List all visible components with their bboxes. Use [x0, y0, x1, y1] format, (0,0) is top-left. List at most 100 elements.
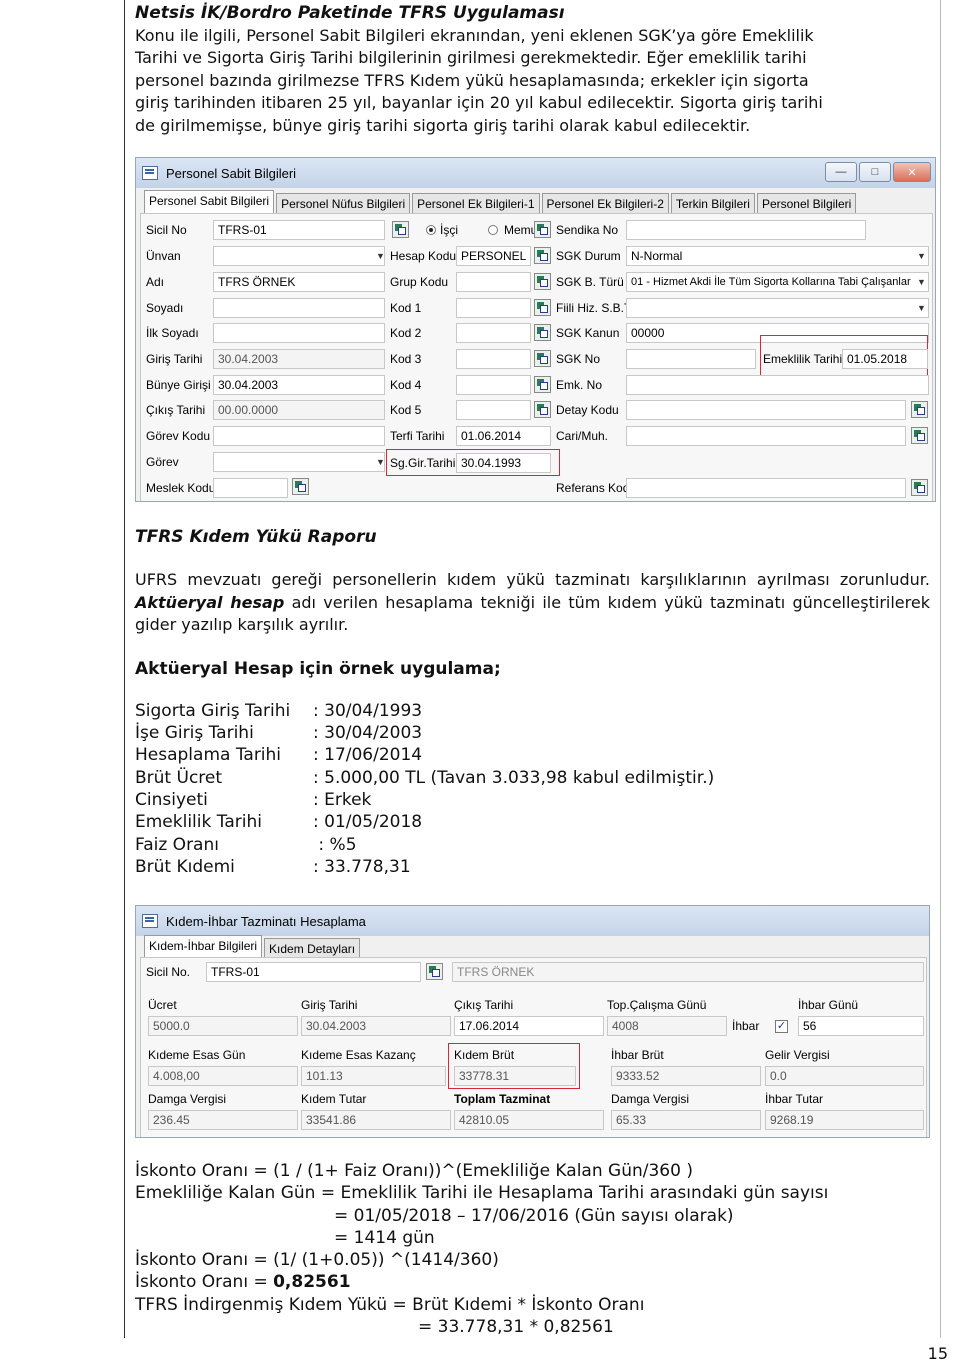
- formula-line-2: Emekliliğe Kalan Gün = Emeklilik Tarihi …: [135, 1183, 829, 1204]
- formula-section: İskonto Oranı = (1 / (1+ Faiz Oranı))^(E…: [135, 1160, 930, 1338]
- lookup-icon[interactable]: [534, 350, 551, 367]
- lookup-icon[interactable]: [534, 247, 551, 264]
- meslek-kodu-field[interactable]: [213, 478, 288, 498]
- fiili-hiz-select[interactable]: [626, 298, 929, 318]
- soyadi-field[interactable]: [213, 298, 385, 318]
- example-key: Hesaplama Tarihi: [135, 745, 282, 766]
- tab-terkin[interactable]: Terkin Bilgileri: [670, 193, 755, 214]
- label-sicil-no: Sicil No.: [146, 965, 191, 979]
- page-number: 15: [927, 1344, 948, 1363]
- detay-kodu-field[interactable]: [626, 400, 906, 420]
- cikis-tarihi-field[interactable]: 00.00.0000: [213, 400, 385, 420]
- sgk-b-turu-select[interactable]: 01 - Hizmet Akdi İle Tüm Sigorta Kolları…: [626, 272, 929, 292]
- giris-tarihi-field[interactable]: 30.04.2003: [213, 349, 385, 369]
- label-top-calisma-gunu: Top.Çalışma Günü: [607, 998, 707, 1012]
- maximize-icon[interactable]: □: [859, 162, 891, 182]
- kidem-tutar-field[interactable]: 33541.86: [301, 1110, 451, 1130]
- gelir-vergisi-field[interactable]: 0.0: [765, 1066, 924, 1086]
- example-value: : 33.778,31: [313, 856, 411, 877]
- kod-5-field[interactable]: [456, 400, 531, 420]
- lookup-icon[interactable]: [911, 479, 928, 496]
- gorev-field[interactable]: [213, 452, 385, 472]
- label-soyadi: Soyadı: [146, 301, 184, 315]
- tab-kidem-detaylari[interactable]: Kıdem Detayları: [264, 938, 361, 959]
- formula-line-5: İskonto Oranı = (1/ (1+0.05)) ^(1414/360…: [135, 1250, 499, 1271]
- hesap-kodu-field[interactable]: PERSONEL: [456, 246, 531, 266]
- example-value: : 01/05/2018: [313, 812, 423, 833]
- radio-memur[interactable]: [488, 225, 498, 235]
- lookup-icon[interactable]: [911, 427, 928, 444]
- sgk-durum-select[interactable]: N-Normal: [626, 246, 929, 266]
- lookup-icon[interactable]: [292, 478, 309, 495]
- ihbar-gunu-field[interactable]: 56: [798, 1016, 924, 1036]
- ihbar-brut-field[interactable]: 9333.52: [611, 1066, 761, 1086]
- example-title: Aktüeryal Hesap için örnek uygulama;: [135, 658, 501, 679]
- tab-personel-bilgileri[interactable]: Personel Bilgileri: [756, 193, 857, 214]
- label-kod-2: Kod 2: [390, 326, 422, 340]
- lookup-icon[interactable]: [534, 299, 551, 316]
- kod-1-field[interactable]: [456, 298, 531, 318]
- lookup-icon[interactable]: [392, 221, 409, 238]
- intro-line-1: Konu ile ilgili, Personel Sabit Bilgiler…: [135, 26, 814, 45]
- chevron-down-icon[interactable]: ▼: [376, 251, 385, 261]
- chevron-down-icon[interactable]: ▼: [917, 303, 926, 313]
- grup-kodu-field[interactable]: [456, 272, 531, 292]
- ucret-field[interactable]: 5000.0: [148, 1016, 298, 1036]
- kideme-esas-gun-field[interactable]: 4.008,00: [148, 1066, 298, 1086]
- lookup-icon[interactable]: [534, 376, 551, 393]
- lookup-icon[interactable]: [534, 401, 551, 418]
- emk-no-field[interactable]: [626, 375, 929, 395]
- formula-line-7: TFRS İndirgenmiş Kıdem Yükü = Brüt Kıdem…: [135, 1294, 645, 1315]
- kod-4-field[interactable]: [456, 375, 531, 395]
- unvan-field[interactable]: [213, 246, 385, 266]
- minimize-icon[interactable]: —: [825, 162, 857, 182]
- tab-nufus[interactable]: Personel Nüfus Bilgileri: [276, 193, 411, 214]
- chevron-down-icon[interactable]: ▼: [376, 457, 385, 467]
- cikis-tarihi-field[interactable]: 17.06.2014: [454, 1016, 604, 1036]
- tab-ek-bilgileri-1[interactable]: Personel Ek Bilgileri-1: [412, 193, 540, 214]
- intro-line-3: personel bazında girilmezse TFRS Kıdem y…: [135, 70, 809, 90]
- bunye-girisi-field[interactable]: 30.04.2003: [213, 375, 385, 395]
- label-sgk-durum: SGK Durum: [556, 249, 621, 263]
- sgk-no-field[interactable]: [626, 349, 756, 369]
- top-calisma-gunu-field[interactable]: 4008: [607, 1016, 727, 1036]
- ihbar-damga-vergisi-field[interactable]: 65.33: [611, 1110, 761, 1130]
- sg-gir-tarihi-field[interactable]: 30.04.1993: [456, 453, 551, 473]
- sicil-no-field[interactable]: TFRS-01: [206, 962, 421, 982]
- lookup-icon[interactable]: [534, 273, 551, 290]
- kod-3-field[interactable]: [456, 349, 531, 369]
- damga-vergisi-field[interactable]: 236.45: [148, 1110, 298, 1130]
- lookup-icon[interactable]: [426, 963, 443, 980]
- gorev-kodu-field[interactable]: [213, 426, 385, 446]
- chevron-down-icon[interactable]: ▼: [917, 251, 926, 261]
- giris-tarihi-field[interactable]: 30.04.2003: [301, 1016, 451, 1036]
- toplam-tazminat-field[interactable]: 42810.05: [454, 1110, 604, 1130]
- ihbar-checkbox[interactable]: ✓: [775, 1020, 788, 1033]
- radio-isci[interactable]: [426, 225, 436, 235]
- example-key: Cinsiyeti: [135, 789, 208, 810]
- iskonto-label: İskonto Oranı =: [135, 1272, 274, 1293]
- chevron-down-icon[interactable]: ▼: [917, 277, 926, 287]
- label-sendika-no: Sendika No: [556, 223, 619, 237]
- sendika-no-field[interactable]: [626, 220, 866, 240]
- lookup-icon[interactable]: [911, 401, 928, 418]
- referans-kodu-field[interactable]: [626, 478, 906, 498]
- close-icon[interactable]: ✕: [893, 162, 931, 182]
- cari-muh-field[interactable]: [626, 426, 906, 446]
- kidem-brut-field[interactable]: 33778.31: [454, 1066, 576, 1086]
- tab-ek-bilgileri-2[interactable]: Personel Ek Bilgileri-2: [541, 193, 669, 214]
- label-bunye-girisi: Bünye Girişi: [146, 378, 211, 392]
- lookup-icon[interactable]: [534, 221, 551, 238]
- sicil-no-field[interactable]: TFRS-01: [213, 220, 385, 240]
- emeklilik-tarihi-field[interactable]: 01.05.2018: [842, 349, 928, 369]
- kod-2-field[interactable]: [456, 323, 531, 343]
- lookup-icon[interactable]: [534, 324, 551, 341]
- tab-personel-sabit[interactable]: Personel Sabit Bilgileri: [144, 190, 275, 214]
- tab-kidem-ihbar-bilgileri[interactable]: Kıdem-İhbar Bilgileri: [144, 935, 263, 959]
- adi-field[interactable]: TFRS ÖRNEK: [213, 272, 385, 292]
- kideme-esas-kazanc-field[interactable]: 101.13: [301, 1066, 446, 1086]
- ilk-soyadi-field[interactable]: [213, 323, 385, 343]
- ihbar-tutar-field[interactable]: 9268.19: [765, 1110, 924, 1130]
- titlebar: Kıdem-İhbar Tazminatı Hesaplama: [136, 906, 929, 936]
- terfi-tarihi-field[interactable]: 01.06.2014: [456, 426, 551, 446]
